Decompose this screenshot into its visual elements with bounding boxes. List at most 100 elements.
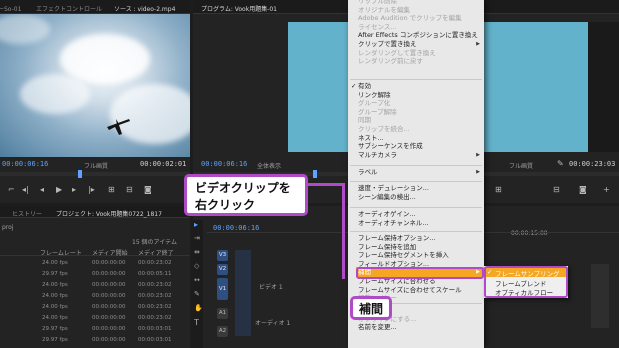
insert-icon[interactable]: ⊞ [495, 186, 502, 194]
track-a2-label[interactable]: A2 [217, 326, 228, 337]
menu-item[interactable]: ラベル [358, 168, 378, 176]
cell-end: 00:00:03:01 [138, 337, 172, 343]
table-row[interactable]: 24.00 fps 00:00:00:00 00:00:23:02 [0, 280, 190, 290]
menu-item: 同期 [358, 116, 371, 125]
menu-item[interactable]: シーン編集の検出... [358, 193, 416, 201]
source-current-time: 00:00:06:16 [2, 160, 49, 168]
cell-end: 00:00:03:01 [138, 326, 172, 332]
project-tab-bar: ヒストリー プロジェクト: Vook用題集0722_1817 [0, 206, 190, 218]
slip-icon[interactable]: ↔ [194, 276, 200, 284]
track-v1-label[interactable]: V1 [217, 278, 228, 300]
track-v2-label[interactable]: V2 [217, 264, 228, 275]
menu-item[interactable]: オーディオゲイン... [358, 210, 416, 218]
pen-icon[interactable]: ✎ [194, 290, 200, 298]
step-back-icon[interactable]: ◂| [22, 186, 29, 194]
col-framerate[interactable]: フレームレート [40, 248, 82, 257]
program-playhead[interactable] [313, 170, 317, 178]
type-tool-icon[interactable]: T [194, 318, 199, 327]
cell-start: 00:00:00:00 [92, 315, 126, 321]
selection-tool-icon[interactable]: ▸ [194, 220, 198, 229]
play-icon[interactable]: ▶ [56, 186, 62, 194]
source-time-ruler[interactable] [0, 170, 190, 178]
menu-item[interactable]: 速度・デュレーション... [358, 184, 429, 192]
col-media-start[interactable]: メディア開始 [92, 248, 128, 257]
tab-program[interactable]: プログラム: Vook用題集-01 [201, 4, 277, 13]
cell-start: 00:00:00:00 [92, 271, 126, 277]
menu-item[interactable]: オーディオチャンネル... [358, 219, 429, 227]
tab-source[interactable]: ソース : video-2.mp4 [114, 4, 175, 13]
tab-effect-controls[interactable]: エフェクトコントロール [36, 4, 102, 13]
menu-separator [350, 79, 482, 80]
mark-in-icon[interactable]: ⌐ [8, 186, 15, 194]
insert-icon[interactable]: ⊞ [108, 186, 115, 194]
camera-icon[interactable]: ◙ [144, 186, 152, 194]
cell-end: 00:00:23:02 [138, 315, 172, 321]
step-end-icon[interactable]: |▸ [88, 186, 95, 194]
menu-item[interactable]: クリップで置き換え [358, 40, 417, 48]
submenu-arrow-icon: ▶ [476, 169, 480, 175]
submenu-arrow-icon: ▶ [476, 41, 480, 47]
menu-item[interactable]: サブシーケンスを作成 [358, 142, 423, 150]
table-row[interactable]: 24.00 fps 00:00:00:00 00:00:23:02 [0, 258, 190, 268]
menu-item[interactable]: フレームサイズに合わせてスケール [358, 286, 462, 294]
menu-item[interactable]: マルチカメラ [358, 151, 397, 159]
menu-item[interactable]: 有効 [358, 82, 371, 90]
lift-icon[interactable]: ⊟ [553, 186, 560, 194]
cell-end: 00:00:23:02 [138, 260, 172, 266]
callout-interpolation: 補間 [350, 296, 392, 320]
tab-project[interactable]: プロジェクト: Vook用題集0722_1817 [56, 209, 162, 218]
tab-effects-prev[interactable]: ーSo-01 [0, 4, 21, 13]
submenu-arrow-icon: ▶ [476, 151, 480, 158]
table-row[interactable]: 29.97 fps 00:00:00:00 00:00:05:11 [0, 269, 190, 279]
menu-item[interactable]: 名前を変更... [358, 323, 397, 331]
source-playhead[interactable] [78, 170, 82, 178]
cell-fps: 29.97 fps [42, 326, 68, 332]
audio-meter [591, 264, 609, 328]
cell-fps: 29.97 fps [42, 271, 68, 277]
menu-item: ライセンス... [358, 22, 397, 31]
callout-connector-v [342, 183, 345, 279]
source-monitor-panel: ーSo-01 エフェクトコントロール ソース : video-2.mp4 00:… [0, 0, 190, 203]
program-fit-select[interactable]: 全体表示 [257, 161, 281, 170]
menu-item[interactable]: After Effects コンポジションに置き換え [358, 31, 478, 39]
table-row[interactable]: 29.97 fps 00:00:00:00 00:00:03:01 [0, 324, 190, 334]
table-row[interactable]: 29.97 fps 00:00:00:00 00:00:03:01 [0, 335, 190, 345]
track-a1-label[interactable]: A1 [217, 308, 228, 319]
airplane-icon [107, 119, 130, 135]
razor-icon[interactable]: ◇ [194, 262, 199, 270]
timeline-current-time: 00:00:06:16 [213, 224, 260, 232]
tools-bar: ▸ ⇥ ⇹ ◇ ↔ ✎ ✋ T [193, 220, 203, 348]
camera-icon[interactable]: ◙ [579, 186, 587, 194]
cell-end: 00:00:23:02 [138, 304, 172, 310]
highlight-submenu [484, 266, 568, 298]
track-select-icon[interactable]: ⇥ [194, 234, 200, 242]
tab-history[interactable]: ヒストリー [12, 209, 42, 218]
track-a1-name: オーディオ 1 [255, 320, 291, 327]
menu-item[interactable]: リンク解除 [358, 91, 391, 99]
callout-line-2: 右クリック [195, 198, 256, 212]
track-v3-label[interactable]: V3 [217, 250, 228, 261]
menu-item[interactable]: フレーム保持オプション... [358, 234, 436, 242]
ripple-edit-icon[interactable]: ⇹ [194, 248, 200, 256]
menu-item[interactable]: ネスト... [358, 134, 384, 142]
cell-start: 00:00:00:00 [92, 293, 126, 299]
overwrite-icon[interactable]: ⊟ [126, 186, 133, 194]
add-button-icon[interactable]: + [603, 186, 610, 194]
cell-start: 00:00:00:00 [92, 304, 126, 310]
table-row[interactable]: 24.00 fps 00:00:00:00 00:00:23:02 [0, 291, 190, 301]
program-zoom-select[interactable]: フル画質 [509, 161, 533, 170]
source-video-preview[interactable] [0, 14, 190, 157]
wrench-icon[interactable]: ✎ [557, 159, 564, 168]
col-media-end[interactable]: メディア終了 [138, 248, 174, 257]
step-back-frame-icon[interactable]: ◂ [40, 186, 44, 194]
source-zoom-select[interactable]: フル画質 [84, 161, 108, 170]
table-row[interactable]: 24.00 fps 00:00:00:00 00:00:23:02 [0, 302, 190, 312]
hand-icon[interactable]: ✋ [194, 304, 203, 312]
menu-item[interactable]: フレーム保持セグメントを挿入 [358, 251, 449, 259]
project-item-count: 15 個のアイテム [132, 239, 177, 246]
project-panel: ヒストリー プロジェクト: Vook用題集0722_1817 proj 15 個… [0, 206, 190, 348]
step-forward-icon[interactable]: ▸ [72, 186, 76, 194]
menu-item[interactable]: フレーム保持を追加 [358, 243, 416, 251]
project-file-name: proj [2, 224, 14, 231]
table-row[interactable]: 24.00 fps 00:00:00:00 00:00:23:02 [0, 313, 190, 323]
